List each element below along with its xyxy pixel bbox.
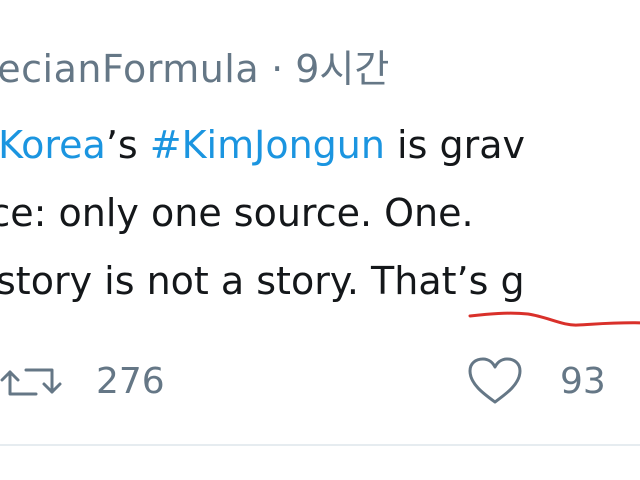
- like-count: 93: [560, 361, 606, 402]
- tweet-text: ’s: [105, 123, 150, 167]
- hashtag-kimjongun-link[interactable]: #KimJongun: [150, 123, 385, 167]
- emphasized-text: That’s g: [371, 259, 525, 303]
- tweet-text: story is not a story.: [0, 259, 372, 303]
- meta-separator: ·: [271, 47, 284, 91]
- tweet-timestamp[interactable]: 9시간: [295, 47, 389, 91]
- tweet-screenshot: recianFormula ·9시간 nKorea’s #KimJongun is…: [0, 0, 640, 480]
- tweet-text-line-3: story is not a story. That’s g: [0, 262, 525, 300]
- tweet-text: is grav: [384, 123, 525, 167]
- tweet-text-line-2: ece: only one source. One.: [0, 191, 474, 235]
- tweet-text-line-1: nKorea’s #KimJongun is grav: [0, 126, 525, 164]
- tweet-actions: 276 93: [0, 350, 640, 410]
- hashtag-link[interactable]: nKorea: [0, 123, 106, 167]
- tweet-meta: recianFormula · 9시간: [0, 50, 389, 88]
- red-underline-annotation: [468, 311, 640, 327]
- heart-icon[interactable]: [466, 356, 524, 406]
- divider: [0, 444, 640, 446]
- user-handle[interactable]: recianFormula: [0, 47, 259, 91]
- retweet-icon[interactable]: [0, 362, 66, 402]
- retweet-count: 276: [96, 361, 165, 402]
